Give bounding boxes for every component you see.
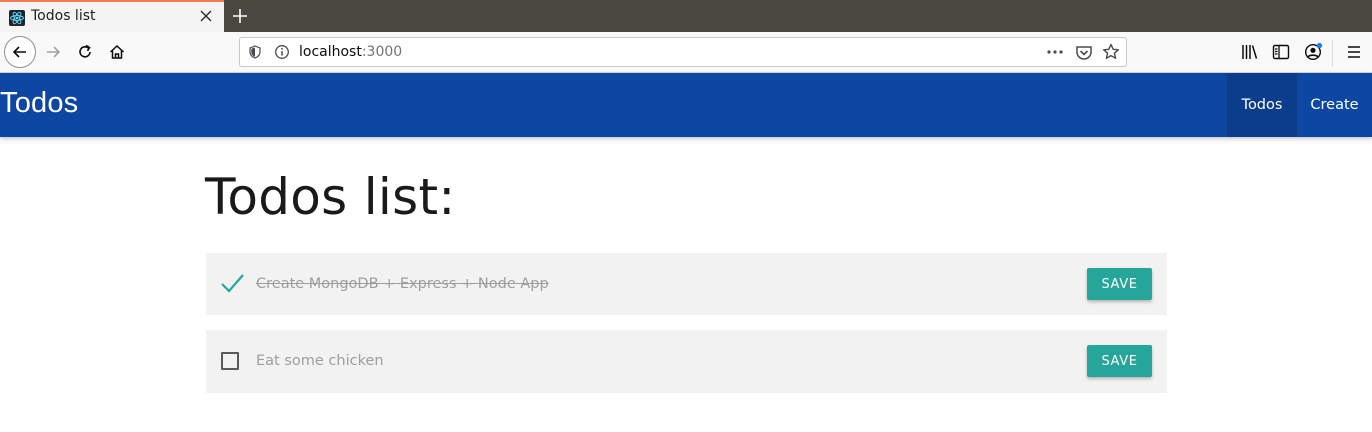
reload-button[interactable] <box>70 37 100 67</box>
url-text[interactable]: localhost:3000 <box>299 44 402 60</box>
checkmark-icon[interactable] <box>219 270 245 296</box>
home-icon <box>109 44 125 59</box>
home-button[interactable] <box>102 37 132 67</box>
forward-button[interactable] <box>38 37 68 67</box>
arrow-right-icon <box>47 46 61 58</box>
brand-logo[interactable]: Todos <box>0 87 78 120</box>
save-button[interactable]: SAVE <box>1087 345 1152 377</box>
save-button[interactable]: SAVE <box>1087 268 1152 300</box>
library-icon[interactable] <box>1240 42 1260 62</box>
reload-icon <box>79 44 91 58</box>
bookmark-star-icon[interactable] <box>1102 43 1120 61</box>
todo-item: SAVE <box>206 330 1167 393</box>
hamburger-menu-icon[interactable] <box>1344 42 1364 62</box>
todo-item: SAVE <box>206 253 1167 315</box>
nav-link-create[interactable]: Create <box>1297 73 1372 137</box>
info-icon[interactable] <box>274 44 290 60</box>
account-icon[interactable] <box>1303 42 1323 62</box>
close-tab-icon[interactable] <box>198 8 214 24</box>
react-favicon-icon <box>9 10 25 26</box>
app-navbar: Todos Todos Create <box>0 73 1372 137</box>
arrow-left-icon <box>12 46 26 58</box>
browser-tab[interactable]: Todos list <box>0 0 224 32</box>
todo-text-input[interactable] <box>256 272 856 296</box>
new-tab-icon[interactable] <box>230 6 250 26</box>
sidebar-icon[interactable] <box>1271 42 1291 62</box>
toolbar-separator <box>1332 40 1333 66</box>
url-port: :3000 <box>361 44 403 60</box>
browser-toolbar: localhost:3000 <box>0 32 1372 73</box>
todo-checkbox[interactable] <box>221 352 239 370</box>
pocket-icon[interactable] <box>1075 44 1093 62</box>
shield-icon[interactable] <box>248 45 262 59</box>
back-button[interactable] <box>4 36 36 68</box>
tab-strip: Todos list <box>0 0 1372 32</box>
todo-text-input[interactable] <box>256 349 856 373</box>
url-host: localhost <box>299 44 362 60</box>
tab-title: Todos list <box>31 8 96 24</box>
address-bar[interactable]: localhost:3000 <box>239 37 1127 67</box>
nav-link-todos[interactable]: Todos <box>1227 73 1297 137</box>
page-actions-icon[interactable] <box>1046 44 1064 60</box>
page-title: Todos list: <box>205 168 456 226</box>
